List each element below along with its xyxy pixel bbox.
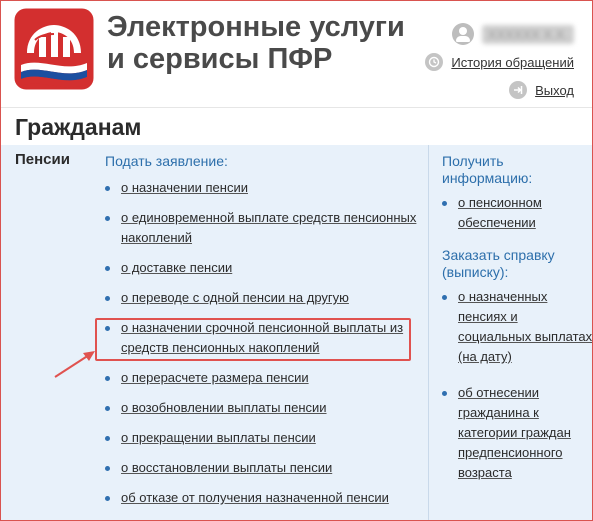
section-bar: Гражданам (1, 107, 592, 146)
list-item: о единовременной выплате средств пенсион… (105, 208, 423, 248)
section-title: Гражданам (15, 114, 142, 140)
exit-link-group[interactable]: Выход (509, 81, 574, 99)
user-icon (451, 23, 474, 45)
info-list: о пенсионном обеспечении (442, 193, 592, 233)
list-item: о назначении пенсии (105, 178, 423, 198)
order-heading: Заказать справку (выписку): (442, 247, 555, 280)
content-area: Пенсии Подать заявление: о назначении пе… (1, 145, 592, 520)
order-link[interactable]: об отнесении гражданина к категории граж… (458, 385, 571, 480)
info-link[interactable]: о пенсионном обеспечении (458, 195, 542, 230)
applications-heading: Подать заявление: (105, 153, 228, 169)
application-link[interactable]: о назначении пенсии (121, 180, 248, 195)
site-title-line1: Электронные услуги (107, 11, 405, 43)
application-link[interactable]: о прекращении выплаты пенсии (121, 430, 316, 445)
application-link[interactable]: об отказе от получения назначенной пенси… (121, 490, 389, 505)
pointer-arrow (54, 351, 95, 378)
list-item: о доставке пенсии (105, 258, 423, 278)
application-link[interactable]: о возобновлении выплаты пенсии (121, 400, 327, 415)
history-link-group[interactable]: История обращений (425, 53, 574, 71)
info-heading: Получить информацию: (442, 153, 533, 186)
list-item: о восстановлении выплаты пенсии (105, 458, 423, 478)
application-link[interactable]: о перерасчете размера пенсии (121, 370, 309, 385)
info-column: Получить информацию: о пенсионном обеспе… (428, 145, 592, 520)
site-title-line2: и сервисы ПФР (107, 43, 333, 75)
history-link[interactable]: История обращений (451, 55, 574, 70)
application-link[interactable]: о единовременной выплате средств пенсион… (121, 210, 416, 245)
site-title: Электронные услуги и сервисы ПФР (107, 11, 405, 75)
application-link[interactable]: о восстановлении выплаты пенсии (121, 460, 332, 475)
application-link[interactable]: о доставке пенсии (121, 260, 232, 275)
highlight-box (95, 318, 411, 361)
exit-icon (509, 81, 528, 99)
list-item: о прекращении выплаты пенсии (105, 428, 423, 448)
list-item: о пенсионном обеспечении (442, 193, 592, 233)
order-link[interactable]: о назначенных пенсиях и социальных выпла… (458, 289, 592, 364)
history-icon (425, 53, 444, 71)
order-list: о назначенных пенсиях и социальных выпла… (442, 287, 592, 483)
list-item: об отнесении гражданина к категории граж… (442, 383, 592, 483)
pfr-logo (13, 7, 95, 91)
user-name[interactable]: ХХХХХХ Х.Х. (481, 24, 574, 44)
user-profile[interactable]: ХХХХХХ Х.Х. (451, 23, 574, 45)
list-item: о возобновлении выплаты пенсии (105, 398, 423, 418)
category-label: Пенсии (15, 151, 70, 168)
list-item: о перерасчете размера пенсии (105, 368, 423, 388)
exit-link[interactable]: Выход (535, 83, 574, 98)
list-item: об отказе от получения назначенной пенси… (105, 488, 423, 508)
list-item: о переводе с одной пенсии на другую (105, 288, 423, 308)
list-item: о назначенных пенсиях и социальных выпла… (442, 287, 592, 367)
page-frame: Электронные услуги и сервисы ПФР ХХХХХХ … (0, 0, 593, 521)
header: Электронные услуги и сервисы ПФР ХХХХХХ … (1, 1, 592, 105)
application-link[interactable]: о переводе с одной пенсии на другую (121, 290, 349, 305)
